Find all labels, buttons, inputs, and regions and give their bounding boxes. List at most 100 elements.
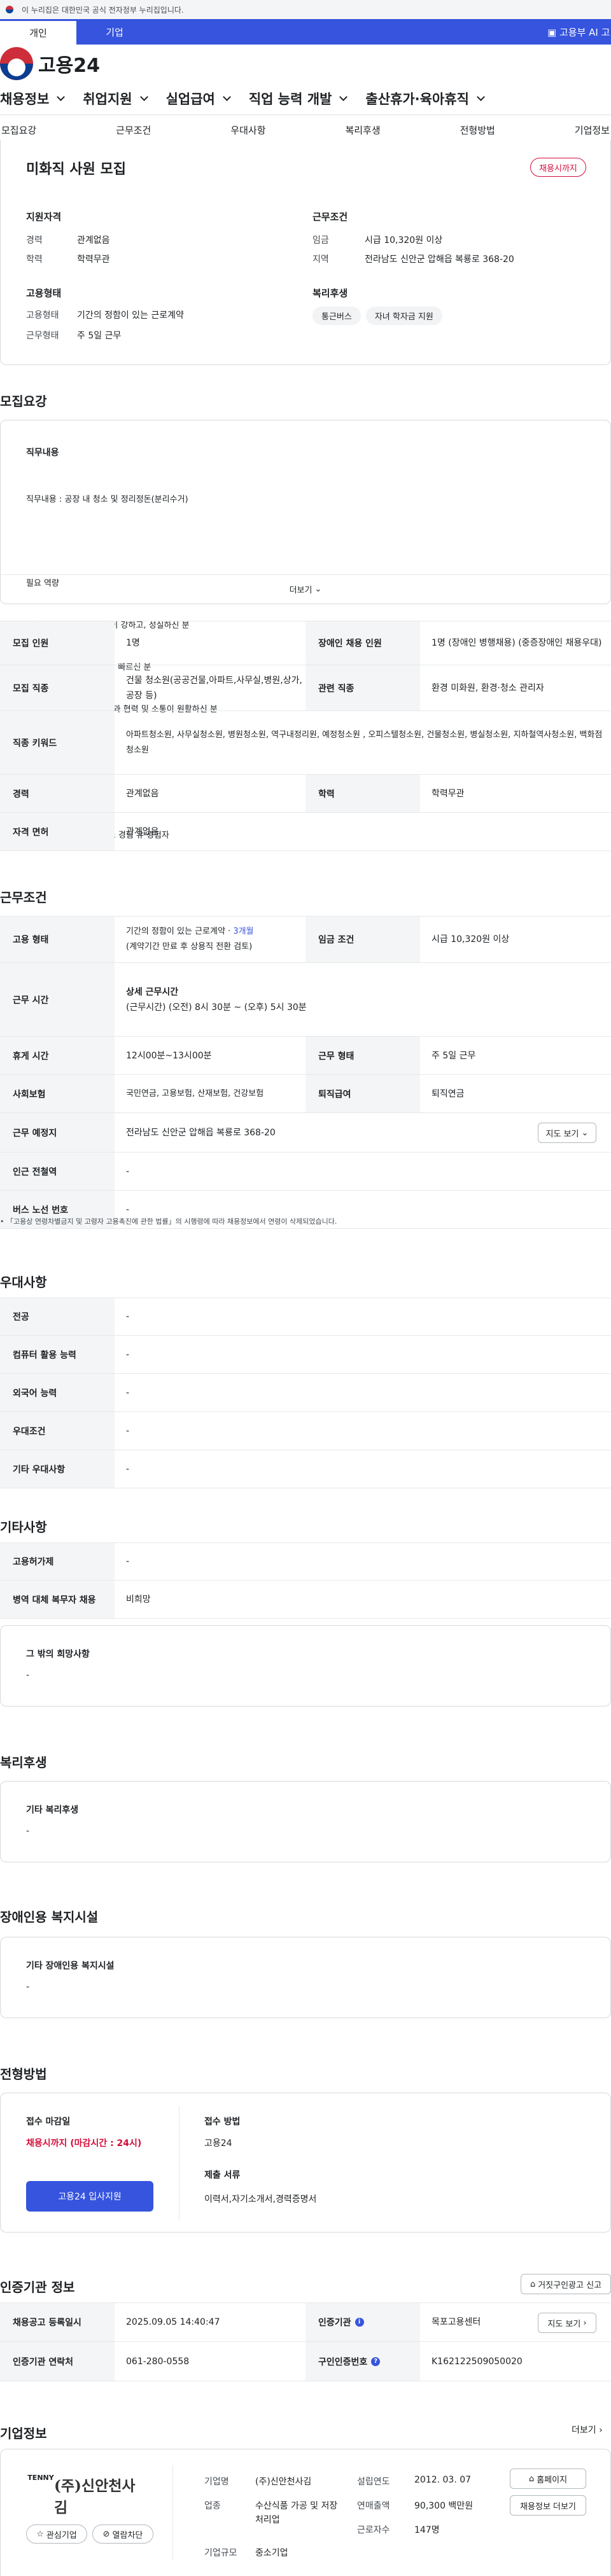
table-row: 우대조건 - bbox=[0, 1412, 611, 1450]
ai-link[interactable]: ▣ 고용부 AI 고 bbox=[547, 25, 610, 39]
gov-banner: 이 누리집은 대한민국 공식 전자정부 누리집입니다. bbox=[0, 0, 611, 19]
deadline-value: 채용시까지 (마감시간 : 24시) bbox=[26, 2138, 142, 2149]
section-title-company: 기업정보 bbox=[0, 2426, 47, 2441]
company-revenue-label: 연매출액 bbox=[357, 2501, 390, 2511]
block-icon: ⊘ bbox=[102, 2529, 110, 2539]
chevron-down-icon: ⌄ bbox=[314, 585, 322, 594]
map-button[interactable]: 지도 보기 › bbox=[538, 2313, 596, 2333]
subnav-work[interactable]: 근무조건 bbox=[116, 123, 151, 137]
job-more-button[interactable]: 채용정보 더보기 bbox=[510, 2495, 586, 2516]
main-nav: 채용정보 취업지원 실업급여 직업 능력 개발 출산휴가·육아휴직 bbox=[0, 83, 611, 114]
row-value: K162122509050020 bbox=[432, 2356, 523, 2367]
favorite-company-button[interactable]: ☆ 관심기업 bbox=[26, 2524, 87, 2544]
nav-training[interactable]: 직업 능력 개발 bbox=[249, 89, 348, 108]
welfare-chips: 통근버스 자녀 학자금 지원 bbox=[313, 307, 447, 325]
info-icon[interactable]: ? bbox=[371, 2357, 381, 2366]
section-title-etc: 기타사항 bbox=[0, 1520, 47, 1535]
chevron-down-icon bbox=[477, 93, 485, 101]
company-more-link[interactable]: 더보기 › bbox=[572, 2423, 603, 2436]
contract-period: 3개월 bbox=[233, 927, 254, 936]
more-button[interactable]: 더보기 ⌄ bbox=[1, 574, 610, 604]
nav-unemployment[interactable]: 실업급여 bbox=[166, 89, 231, 108]
row-value: - bbox=[126, 1166, 130, 1177]
site-logo[interactable]: 고용24 bbox=[0, 45, 611, 83]
divider bbox=[172, 2465, 173, 2561]
row-label: 모집 인원 bbox=[0, 621, 115, 665]
disability-card: 기타 장애인용 복지시설 - bbox=[0, 1937, 611, 2018]
company-name-label: 기업명 bbox=[204, 2477, 229, 2487]
row-label: 퇴직급여 bbox=[306, 1075, 420, 1112]
row-label: 기타 우대사항 bbox=[0, 1450, 115, 1488]
row-label: 우대조건 bbox=[0, 1412, 115, 1450]
homepage-button[interactable]: ⌂ 홈페이지 bbox=[510, 2469, 586, 2489]
table-row: 모집 직종 건물 청소원(공공건물,아파트,사무실,병원,상가,공장 등) 관련… bbox=[0, 665, 611, 711]
welfare-card: 기타 복리후생 - bbox=[0, 1781, 611, 1862]
row-value: 12시00분~13시00분 bbox=[126, 1050, 212, 1061]
row-value: 건물 청소원(공공건물,아파트,사무실,병원,상가,공장 등) bbox=[126, 675, 302, 701]
subnav-company[interactable]: 기업정보 bbox=[575, 123, 610, 137]
emp-heading: 고용형태 bbox=[26, 287, 62, 299]
tab-company[interactable]: 기업 bbox=[76, 19, 153, 45]
subnav-recruit[interactable]: 모집요강 bbox=[1, 123, 36, 137]
row-label: 학력 bbox=[306, 775, 420, 812]
welfare-chip: 통근버스 bbox=[313, 307, 361, 325]
row-label: 병역 대체 복무자 채용 bbox=[0, 1581, 115, 1618]
disability-value: - bbox=[26, 1982, 30, 1992]
row-value: 시급 10,320원 이상 bbox=[432, 934, 510, 945]
row-label: 임금 조건 bbox=[306, 917, 420, 962]
row-value: - bbox=[126, 1425, 130, 1436]
ai-link-label: 고용부 AI 고 bbox=[559, 27, 610, 38]
cond-heading: 근무조건 bbox=[313, 211, 348, 223]
row-value: - bbox=[126, 1556, 130, 1567]
subnav-pref[interactable]: 우대사항 bbox=[230, 123, 265, 137]
table-row: 고용 형태 기간의 정함이 있는 근로계약 · 3개월 (계약기간 만료 후 상… bbox=[0, 916, 611, 963]
table-row: 채용공고 등록일시 2025.09.05 14:40:47 인증기관 i 목포고용… bbox=[0, 2302, 611, 2342]
table-row: 기타 우대사항 - bbox=[0, 1450, 611, 1488]
company-logo-text: (주)신안천사김 bbox=[54, 2477, 136, 2516]
row-label: 직종 키워드 bbox=[0, 711, 115, 774]
row-label: 휴게 시간 bbox=[0, 1037, 115, 1074]
nav-jobs[interactable]: 채용정보 bbox=[0, 89, 66, 108]
map-button[interactable]: 지도 보기 ⌄ bbox=[538, 1123, 596, 1143]
star-icon: ☆ bbox=[36, 2529, 44, 2539]
table-row: 고용허가제 - bbox=[0, 1542, 611, 1581]
company-size-label: 기업규모 bbox=[204, 2548, 237, 2558]
table-row: 자격 면허 관계없음 bbox=[0, 813, 611, 851]
nav-leave[interactable]: 출산휴가·육아휴직 bbox=[365, 89, 485, 108]
apply-button[interactable]: 고용24 입사지원 bbox=[26, 2181, 153, 2212]
company-size-value: 중소기업 bbox=[255, 2548, 288, 2558]
row-value: 학력무관 bbox=[432, 788, 465, 799]
row-value: - bbox=[126, 1464, 130, 1474]
block-company-button[interactable]: ⊘ 열람차단 bbox=[92, 2524, 153, 2544]
nav-employment-support[interactable]: 취업지원 bbox=[83, 89, 148, 108]
subnav-process[interactable]: 전형방법 bbox=[460, 123, 495, 137]
method-heading: 접수 방법 bbox=[204, 2117, 241, 2127]
process-card: 접수 마감일 채용시까지 (마감시간 : 24시) 고용24 입사지원 접수 방… bbox=[0, 2093, 611, 2233]
cond-wage-label: 임금 bbox=[313, 235, 329, 246]
tab-personal[interactable]: 개인 bbox=[0, 19, 76, 45]
report-icon: ⌂ bbox=[530, 2279, 536, 2289]
chevron-right-icon: › bbox=[583, 2318, 587, 2328]
row-value: 1명 bbox=[126, 638, 140, 648]
company-employees-value: 147명 bbox=[414, 2525, 440, 2535]
company-industry-value: 수산식품 가공 및 저장 처리업 bbox=[255, 2501, 338, 2525]
row-label: 컴퓨터 활용 능력 bbox=[0, 1336, 115, 1373]
bullet-icon: • bbox=[0, 1217, 6, 1226]
duty-heading: 직무내용 bbox=[26, 448, 59, 458]
duty-line bbox=[26, 535, 218, 549]
subnav-welfare[interactable]: 복리후생 bbox=[345, 123, 380, 137]
row-value: 퇴직연금 bbox=[432, 1088, 465, 1099]
hours-heading: 상세 근무시간 bbox=[126, 987, 179, 997]
emp-type-value: 기간의 정함이 있는 근로계약 bbox=[77, 310, 184, 321]
cond-wage-value: 시급 10,320원 이상 bbox=[365, 235, 443, 246]
company-founded-label: 설립연도 bbox=[357, 2477, 390, 2487]
row-value: 주 5일 근무 bbox=[432, 1050, 476, 1061]
table-row: 인근 전철역 - bbox=[0, 1153, 611, 1191]
row-value: - bbox=[126, 1349, 130, 1360]
section-title-recruit: 모집요강 bbox=[0, 394, 47, 409]
korea-flag-icon bbox=[3, 5, 17, 15]
info-icon[interactable]: i bbox=[355, 2318, 364, 2327]
row-value: 국민연금, 고용보험, 산재보험, 건강보험 bbox=[126, 1088, 264, 1098]
welfare-chip: 자녀 학자금 지원 bbox=[365, 307, 442, 325]
report-ad-button[interactable]: ⌂ 거짓구인광고 신고 bbox=[521, 2274, 611, 2294]
